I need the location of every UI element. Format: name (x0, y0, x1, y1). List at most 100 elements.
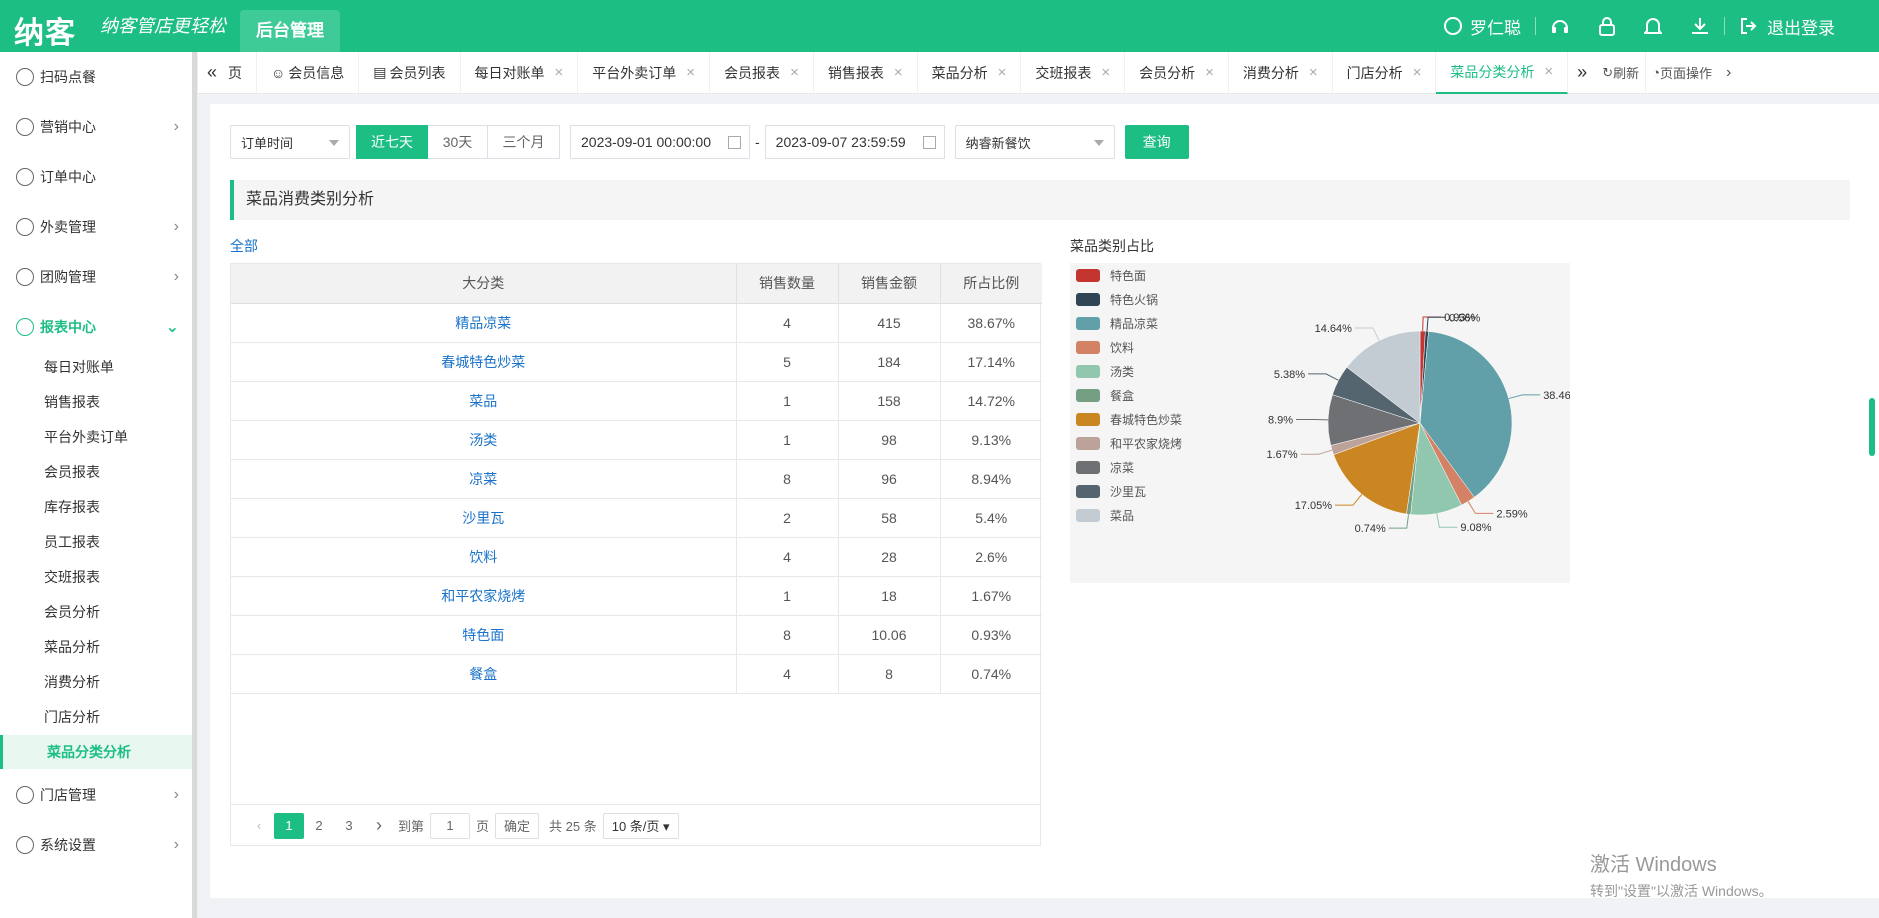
table-row: 春城特色炒菜 5 184 17.14% (231, 342, 1042, 382)
tab-dish-category-analysis[interactable]: 菜品分类分析 × (1436, 51, 1569, 94)
pie-label-line (1308, 373, 1339, 381)
category-cell[interactable]: 菜品 (231, 381, 737, 421)
tabs-scroll-right-button[interactable]: » (1568, 62, 1596, 83)
sidebar-sub-member-report[interactable]: 会员报表 (0, 455, 193, 489)
sidebar-sub-daily-reconcile[interactable]: 每日对账单 (0, 350, 193, 384)
range-3months-button[interactable]: 三个月 (488, 125, 560, 159)
close-icon[interactable]: × (998, 64, 1007, 81)
close-icon[interactable]: × (555, 64, 564, 81)
category-cell[interactable]: 春城特色炒菜 (231, 342, 737, 382)
page-2-button[interactable]: 2 (304, 813, 334, 839)
col-header-category[interactable]: 大分类 (231, 264, 737, 304)
lock-icon[interactable] (1584, 0, 1630, 52)
close-icon[interactable]: × (790, 64, 799, 81)
sidebar-item-marketing[interactable]: 营销中心 › (0, 102, 193, 152)
sidebar-item-takeout[interactable]: 外卖管理 › (0, 202, 193, 252)
close-icon[interactable]: × (1309, 64, 1318, 81)
bell-icon[interactable] (1630, 0, 1676, 52)
total-count: 共 25 条 (549, 819, 597, 834)
category-cell[interactable]: 精品凉菜 (231, 303, 737, 343)
qty-cell: 4 (736, 654, 839, 694)
sidebar-item-orders[interactable]: 订单中心 (0, 152, 193, 202)
category-cell[interactable]: 汤类 (231, 420, 737, 460)
chevron-right-icon[interactable]: › (1726, 64, 1731, 82)
tab-sales-report[interactable]: 销售报表 × (814, 51, 918, 94)
tab-store-analysis[interactable]: 门店分析 × (1333, 51, 1437, 94)
logout-button[interactable]: 退出登录 (1725, 0, 1849, 52)
category-cell[interactable]: 沙里瓦 (231, 498, 737, 538)
sidebar-scrollbar[interactable] (192, 52, 197, 918)
tab-member-analysis[interactable]: 会员分析 × (1125, 51, 1229, 94)
sidebar-sub-dish-category-analysis[interactable]: 菜品分类分析 (0, 735, 193, 769)
pie-label-line (1422, 316, 1442, 332)
close-icon[interactable]: × (1413, 64, 1422, 81)
sidebar-item-settings[interactable]: 系统设置 › (0, 820, 193, 870)
sidebar-item-reports[interactable]: 报表中心 ⌄ (0, 302, 193, 352)
close-icon[interactable]: × (894, 64, 903, 81)
goto-confirm-button[interactable]: 确定 (495, 812, 540, 839)
sidebar-sub-dish-analysis[interactable]: 菜品分析 (0, 630, 193, 664)
start-date-input[interactable]: 2023-09-01 00:00:00 (570, 125, 750, 159)
category-cell[interactable]: 餐盒 (231, 654, 737, 694)
backend-tab[interactable]: 后台管理 (240, 10, 340, 52)
all-link[interactable]: 全部 (230, 236, 258, 256)
sidebar-sub-inventory-report[interactable]: 库存报表 (0, 490, 193, 524)
col-header-ratio[interactable]: 所占比例 (940, 264, 1042, 304)
pie-label-line (1467, 501, 1494, 514)
category-cell[interactable]: 特色面 (231, 615, 737, 655)
sidebar-sub-sales-report[interactable]: 销售报表 (0, 385, 193, 419)
table-row: 沙里瓦 2 58 5.4% (231, 498, 1042, 538)
tab-shift-report[interactable]: 交班报表 × (1021, 51, 1126, 94)
refresh-button[interactable]: ↻ 刷新 (1596, 51, 1647, 94)
sidebar-sub-platform-orders[interactable]: 平台外卖订单 (0, 420, 193, 454)
tab-member-info[interactable]: ☺ 会员信息 (257, 51, 360, 94)
page-3-button[interactable]: 3 (334, 813, 364, 839)
page-ops-button[interactable]: ◔ 页面操作 (1646, 52, 1718, 94)
col-header-qty[interactable]: 销售数量 (736, 264, 839, 304)
sidebar-item-scan-order[interactable]: 扫码点餐 (0, 52, 193, 102)
page-scrollbar[interactable] (1869, 398, 1875, 456)
pie-data-label: 8.9% (1268, 414, 1293, 426)
page-size-select[interactable]: 10 条/页 ▾ (602, 812, 679, 839)
ratio-cell: 38.67% (940, 303, 1042, 343)
tab-daily-reconcile[interactable]: 每日对账单 × (461, 51, 579, 94)
amount-cell: 415 (838, 303, 941, 343)
headset-icon[interactable] (1536, 0, 1584, 52)
range-30days-button[interactable]: 30天 (428, 125, 488, 159)
query-button[interactable]: 查询 (1124, 125, 1189, 159)
category-cell[interactable]: 饮料 (231, 537, 737, 577)
store-select[interactable]: 纳睿新餐饮 (954, 125, 1115, 159)
download-icon[interactable] (1676, 0, 1724, 52)
close-icon[interactable]: × (1101, 64, 1110, 81)
next-page-button[interactable]: › (364, 813, 394, 839)
pie-label-line (1300, 449, 1333, 455)
end-date-input[interactable]: 2023-09-07 23:59:59 (764, 125, 945, 159)
sidebar-item-stores[interactable]: 门店管理 › (0, 770, 193, 820)
close-icon[interactable]: × (1205, 64, 1214, 81)
tab-dish-analysis[interactable]: 菜品分析 × (918, 51, 1022, 94)
user-menu[interactable]: 罗仁聪 (1430, 0, 1535, 52)
sidebar-sub-staff-report[interactable]: 员工报表 (0, 525, 193, 559)
col-header-amount[interactable]: 销售金额 (838, 264, 941, 304)
close-icon[interactable]: × (686, 64, 695, 81)
sidebar-sub-member-analysis[interactable]: 会员分析 (0, 595, 193, 629)
sidebar-item-groupbuy[interactable]: 团购管理 › (0, 252, 193, 302)
tab-member-report[interactable]: 会员报表 × (710, 51, 814, 94)
sidebar-sub-store-analysis[interactable]: 门店分析 (0, 700, 193, 734)
category-cell[interactable]: 凉菜 (231, 459, 737, 499)
page-number-input[interactable]: 1 (430, 812, 471, 839)
tab-member-list[interactable]: ▤ 会员列表 (359, 51, 461, 94)
sidebar-sub-shift-report[interactable]: 交班报表 (0, 560, 193, 594)
tab-home[interactable]: 页 (226, 51, 257, 94)
prev-page-button[interactable]: ‹ (244, 813, 274, 839)
tab-platform-orders[interactable]: 平台外卖订单 × (578, 51, 711, 94)
tab-consume-analysis[interactable]: 消费分析 × (1229, 51, 1333, 94)
amount-cell: 18 (838, 576, 941, 616)
category-cell[interactable]: 和平农家烧烤 (231, 576, 737, 616)
page-1-button[interactable]: 1 (274, 812, 304, 839)
sidebar-sub-consume-analysis[interactable]: 消费分析 (0, 665, 193, 699)
range-7days-button[interactable]: 近七天 (356, 125, 428, 159)
tabs-scroll-left-button[interactable]: « (198, 62, 226, 83)
close-icon[interactable]: × (1544, 63, 1553, 80)
time-type-select[interactable]: 订单时间 (230, 125, 350, 159)
